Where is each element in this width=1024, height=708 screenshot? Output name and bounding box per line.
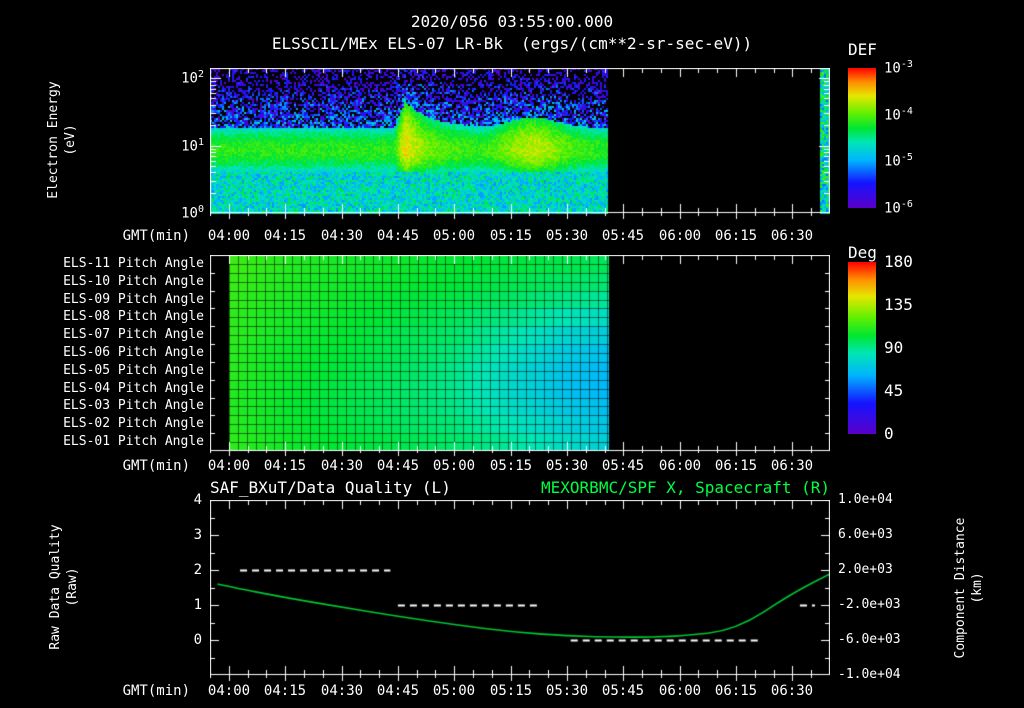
pitch-row-label: ELS-05 Pitch Angle bbox=[63, 363, 204, 378]
deg-colorbar-title: Deg bbox=[848, 243, 877, 262]
distance-tick-label: -6.0e+03 bbox=[838, 632, 901, 647]
time-tick-label: 04:00 bbox=[207, 458, 251, 474]
time-tick-label: 04:45 bbox=[376, 458, 420, 474]
timeseries-right-y-label-line1: Component Distance bbox=[953, 517, 968, 659]
page-title-units: (ergs/(cm**2-sr-sec-eV)) bbox=[521, 34, 753, 53]
pitch-row-label: ELS-11 Pitch Angle bbox=[63, 256, 204, 271]
timeseries-left-y-label: Raw Data Quality (Raw) bbox=[47, 524, 81, 649]
deg-tick-label: 135 bbox=[884, 295, 913, 314]
time-tick-label: 06:00 bbox=[658, 228, 702, 244]
deg-colorbar bbox=[848, 262, 876, 434]
timeseries-titles: SAF_BXuT/Data Quality (L) MEXORBMC/SPF X… bbox=[210, 478, 830, 497]
gmt-axis-label: GMT(min) bbox=[122, 228, 190, 244]
quality-tick-label: 3 bbox=[193, 527, 202, 543]
deg-tick-label: 90 bbox=[884, 338, 904, 357]
def-tick-label: 10-3 bbox=[884, 59, 913, 77]
time-tick-label: 05:15 bbox=[489, 683, 533, 699]
pitch-angle-heatmap-canvas bbox=[210, 255, 830, 459]
distance-tick-label: -1.0e+04 bbox=[838, 667, 901, 682]
page-title-text: ELSSCIL/MEx ELS-07 LR-Bk bbox=[271, 34, 503, 53]
pitch-row-label: ELS-01 Pitch Angle bbox=[63, 434, 204, 449]
quality-tick-label: 4 bbox=[193, 492, 202, 508]
time-tick-label: 06:30 bbox=[770, 683, 814, 699]
timeseries-left-title: SAF_BXuT/Data Quality (L) bbox=[210, 478, 451, 497]
pitch-row-label: ELS-10 Pitch Angle bbox=[63, 274, 204, 289]
time-tick-label: 05:15 bbox=[489, 458, 533, 474]
quality-tick-label: 0 bbox=[193, 632, 202, 648]
page-datetime: 2020/056 03:55:00.000 bbox=[410, 12, 614, 31]
time-tick-label: 06:30 bbox=[770, 458, 814, 474]
timeseries-left-y-label-line2: (Raw) bbox=[65, 567, 80, 607]
deg-tick-label: 0 bbox=[884, 424, 894, 443]
time-tick-label: 04:15 bbox=[263, 458, 307, 474]
time-tick-label: 05:45 bbox=[601, 458, 645, 474]
def-tick-label: 10-4 bbox=[884, 106, 913, 124]
time-tick-label: 05:00 bbox=[432, 228, 476, 244]
time-tick-label: 04:30 bbox=[320, 458, 364, 474]
timeseries-left-y-label-line1: Raw Data Quality bbox=[48, 524, 63, 650]
pitch-row-label: ELS-04 Pitch Angle bbox=[63, 381, 204, 396]
time-tick-label: 06:30 bbox=[770, 228, 814, 244]
time-tick-label: 04:00 bbox=[207, 683, 251, 699]
time-tick-label: 05:30 bbox=[545, 458, 589, 474]
time-tick-label: 05:00 bbox=[432, 683, 476, 699]
time-tick-label: 04:45 bbox=[376, 228, 420, 244]
time-tick-label: 05:45 bbox=[601, 683, 645, 699]
pitch-row-label: ELS-08 Pitch Angle bbox=[63, 309, 204, 324]
els-summary-plot: 2020/056 03:55:00.000 ELSSCIL/MEx ELS-07… bbox=[0, 0, 1024, 708]
energy-tick-label: 101 bbox=[181, 137, 204, 155]
pitch-row-label: ELS-02 Pitch Angle bbox=[63, 416, 204, 431]
spectrogram-y-axis-label-line2: (eV) bbox=[63, 124, 78, 156]
time-tick-label: 06:15 bbox=[714, 683, 758, 699]
time-tick-label: 04:45 bbox=[376, 683, 420, 699]
def-colorbar-title: DEF bbox=[848, 40, 877, 59]
energy-tick-label: 102 bbox=[181, 69, 204, 87]
time-tick-label: 04:00 bbox=[207, 228, 251, 244]
pitch-row-label: ELS-03 Pitch Angle bbox=[63, 398, 204, 413]
energy-tick-label: 100 bbox=[181, 204, 204, 222]
time-tick-label: 06:00 bbox=[658, 683, 702, 699]
pitch-row-label: ELS-07 Pitch Angle bbox=[63, 327, 204, 342]
time-tick-label: 05:00 bbox=[432, 458, 476, 474]
deg-tick-label: 45 bbox=[884, 381, 904, 400]
time-tick-label: 04:15 bbox=[263, 683, 307, 699]
electron-energy-spectrogram-canvas bbox=[210, 68, 830, 221]
time-tick-label: 04:15 bbox=[263, 228, 307, 244]
time-tick-label: 04:30 bbox=[320, 683, 364, 699]
pitch-row-label: ELS-06 Pitch Angle bbox=[63, 345, 204, 360]
deg-tick-label: 180 bbox=[884, 252, 913, 271]
time-tick-label: 06:15 bbox=[714, 458, 758, 474]
time-tick-label: 05:45 bbox=[601, 228, 645, 244]
gmt-axis-label: GMT(min) bbox=[122, 458, 190, 474]
def-colorbar bbox=[848, 68, 876, 208]
gmt-axis-label: GMT(min) bbox=[122, 683, 190, 699]
distance-tick-label: 6.0e+03 bbox=[838, 527, 893, 542]
quality-distance-plot-canvas bbox=[210, 500, 830, 683]
time-tick-label: 05:30 bbox=[545, 683, 589, 699]
spectrogram-y-axis-label-line1: Electron Energy bbox=[46, 81, 61, 199]
time-tick-label: 04:30 bbox=[320, 228, 364, 244]
quality-tick-label: 2 bbox=[193, 562, 202, 578]
quality-tick-label: 1 bbox=[193, 597, 202, 613]
distance-tick-label: -2.0e+03 bbox=[838, 597, 901, 612]
distance-tick-label: 1.0e+04 bbox=[838, 492, 893, 507]
timeseries-right-y-label-line2: (km) bbox=[970, 572, 985, 604]
distance-tick-label: 2.0e+03 bbox=[838, 562, 893, 577]
time-tick-label: 05:30 bbox=[545, 228, 589, 244]
timeseries-right-y-label: Component Distance (km) bbox=[952, 518, 986, 659]
def-tick-label: 10-5 bbox=[884, 152, 913, 170]
spectrogram-y-axis-label: Electron Energy (eV) bbox=[45, 81, 79, 198]
timeseries-right-title: MEXORBMC/SPF X, Spacecraft (R) bbox=[541, 478, 830, 497]
pitch-row-label: ELS-09 Pitch Angle bbox=[63, 292, 204, 307]
time-tick-label: 06:00 bbox=[658, 458, 702, 474]
time-tick-label: 06:15 bbox=[714, 228, 758, 244]
time-tick-label: 05:15 bbox=[489, 228, 533, 244]
def-tick-label: 10-6 bbox=[884, 199, 913, 217]
